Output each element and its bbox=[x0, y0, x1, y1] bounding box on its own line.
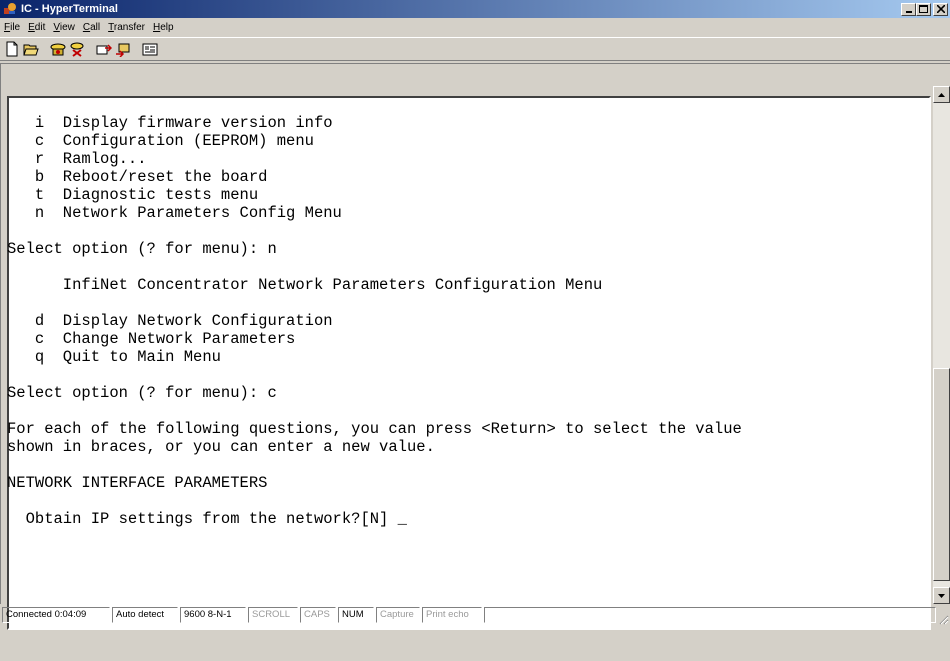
terminal-line: InfiNet Concentrator Network Parameters … bbox=[7, 276, 603, 294]
send-icon bbox=[96, 44, 112, 55]
new-icon bbox=[6, 41, 18, 57]
terminal-line: For each of the following questions, you… bbox=[7, 420, 742, 438]
send-button[interactable] bbox=[95, 40, 113, 58]
menu-view[interactable]: View bbox=[49, 22, 79, 33]
minimize-icon bbox=[905, 11, 912, 13]
arrow-up-icon bbox=[938, 92, 945, 97]
menu-edit[interactable]: Edit bbox=[24, 22, 49, 33]
minimize-button[interactable] bbox=[901, 2, 916, 16]
menu-file[interactable]: File bbox=[0, 22, 24, 33]
terminal-line: t Diagnostic tests menu bbox=[7, 186, 259, 204]
terminal-line: i Display firmware version info bbox=[7, 114, 333, 132]
call-icon bbox=[50, 43, 66, 56]
status-caps: CAPS bbox=[300, 607, 336, 623]
open-button[interactable] bbox=[22, 40, 40, 58]
open-icon bbox=[23, 44, 39, 56]
menu-transfer[interactable]: Transfer bbox=[104, 22, 149, 33]
scroll-up-button[interactable] bbox=[933, 86, 950, 103]
menu-edit-label: dit bbox=[34, 21, 46, 33]
disconnect-icon bbox=[70, 42, 84, 57]
terminal-line: c Change Network Parameters bbox=[7, 330, 296, 348]
status-capture: Capture bbox=[376, 607, 420, 623]
status-connected: Connected 0:04:09 bbox=[2, 607, 110, 623]
menu-call[interactable]: Call bbox=[79, 22, 104, 33]
disconnect-button[interactable] bbox=[68, 40, 86, 58]
terminal-line: shown in braces, or you can enter a new … bbox=[7, 438, 435, 456]
terminal-line: n Network Parameters Config Menu bbox=[7, 204, 342, 222]
scroll-down-button[interactable] bbox=[933, 587, 950, 604]
terminal-line: b Reboot/reset the board bbox=[7, 168, 268, 186]
close-icon bbox=[936, 5, 945, 13]
toolbar bbox=[0, 37, 950, 61]
vertical-scrollbar[interactable] bbox=[933, 86, 950, 604]
menu-call-label: all bbox=[90, 21, 101, 33]
resize-grip-icon[interactable] bbox=[937, 613, 949, 625]
status-num: NUM bbox=[338, 607, 374, 623]
receive-button[interactable] bbox=[114, 40, 132, 58]
menu-view-label: iew bbox=[59, 21, 75, 33]
call-button[interactable] bbox=[49, 40, 67, 58]
title-bar[interactable]: IC - HyperTerminal bbox=[0, 0, 950, 18]
status-settings: 9600 8-N-1 bbox=[180, 607, 246, 623]
hyperterminal-app-icon[interactable] bbox=[3, 2, 17, 16]
terminal-line: Select option (? for menu): n bbox=[7, 240, 277, 258]
status-scroll: SCROLL bbox=[248, 607, 298, 623]
terminal-line: Obtain IP settings from the network?[N] … bbox=[7, 510, 407, 528]
properties-icon bbox=[142, 43, 158, 56]
terminal-line: c Configuration (EEPROM) menu bbox=[7, 132, 314, 150]
menu-help[interactable]: Help bbox=[149, 22, 178, 33]
window-title: IC - HyperTerminal bbox=[21, 3, 118, 15]
menu-help-label: elp bbox=[160, 21, 174, 33]
terminal-screen[interactable]: i Display firmware version info c Config… bbox=[7, 96, 923, 593]
properties-button[interactable] bbox=[141, 40, 159, 58]
status-filler bbox=[484, 607, 936, 623]
menu-file-label: ile bbox=[10, 21, 21, 33]
terminal-line: NETWORK INTERFACE PARAMETERS bbox=[7, 474, 268, 492]
menu-edit-accel: E bbox=[28, 21, 35, 33]
terminal-line: Select option (? for menu): c bbox=[7, 384, 277, 402]
status-detect: Auto detect bbox=[112, 607, 178, 623]
terminal-line: r Ramlog... bbox=[7, 150, 147, 168]
menu-bar: File Edit View Call Transfer Help bbox=[0, 18, 950, 36]
close-button[interactable] bbox=[933, 2, 948, 16]
menu-transfer-label: ransfer bbox=[113, 21, 145, 33]
status-print-echo: Print echo bbox=[422, 607, 482, 623]
terminal-line: q Quit to Main Menu bbox=[7, 348, 221, 366]
receive-icon bbox=[116, 43, 130, 57]
maximize-icon bbox=[919, 5, 928, 13]
maximize-button[interactable] bbox=[916, 2, 931, 16]
scrollbar-thumb[interactable] bbox=[933, 368, 950, 581]
new-button[interactable] bbox=[3, 40, 21, 58]
status-bar: Connected 0:04:09 Auto detect 9600 8-N-1… bbox=[0, 604, 950, 626]
terminal-line: d Display Network Configuration bbox=[7, 312, 333, 330]
terminal-client-area: i Display firmware version info c Config… bbox=[0, 63, 950, 661]
arrow-down-icon bbox=[938, 593, 945, 598]
